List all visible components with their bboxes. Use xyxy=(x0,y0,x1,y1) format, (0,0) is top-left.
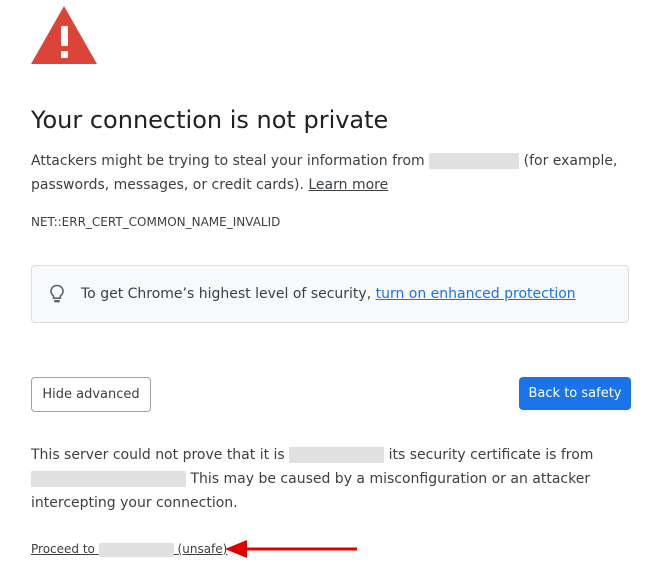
proceed-unsafe-link-row: Proceed to (unsafe) xyxy=(31,540,227,558)
enhanced-protection-label: To get Chrome’s highest level of securit… xyxy=(81,286,372,302)
redacted-server xyxy=(289,447,385,463)
hide-advanced-button[interactable]: Hide advanced xyxy=(31,377,151,412)
redacted-proceed-domain xyxy=(98,542,174,557)
learn-more-link[interactable]: Learn more xyxy=(308,177,388,193)
error-code: NET::ERR_CERT_COMMON_NAME_INVALID xyxy=(31,215,281,229)
enhanced-protection-text: To get Chrome’s highest level of securit… xyxy=(81,286,576,302)
red-arrow-left-icon xyxy=(225,540,357,558)
enhanced-protection-link[interactable]: turn on enhanced protection xyxy=(376,286,576,302)
redacted-issuer xyxy=(31,471,186,487)
error-message: Attackers might be trying to steal your … xyxy=(31,149,631,197)
redacted-domain xyxy=(429,153,520,169)
page-title: Your connection is not private xyxy=(31,106,389,134)
proceed-suffix: (unsafe) xyxy=(177,542,228,556)
details-part2: its security certificate is from xyxy=(388,447,594,463)
proceed-prefix: Proceed to xyxy=(31,542,95,556)
warning-triangle-icon xyxy=(31,6,97,64)
proceed-unsafe-link[interactable]: Proceed to (unsafe) xyxy=(31,542,228,557)
advanced-details: This server could not prove that it is i… xyxy=(31,443,631,515)
back-to-safety-button[interactable]: Back to safety xyxy=(519,377,631,410)
lightbulb-icon xyxy=(50,284,64,303)
enhanced-protection-banner: To get Chrome’s highest level of securit… xyxy=(31,265,629,323)
message-text-part1: Attackers might be trying to steal your … xyxy=(31,153,425,169)
details-part1: This server could not prove that it is xyxy=(31,447,285,463)
